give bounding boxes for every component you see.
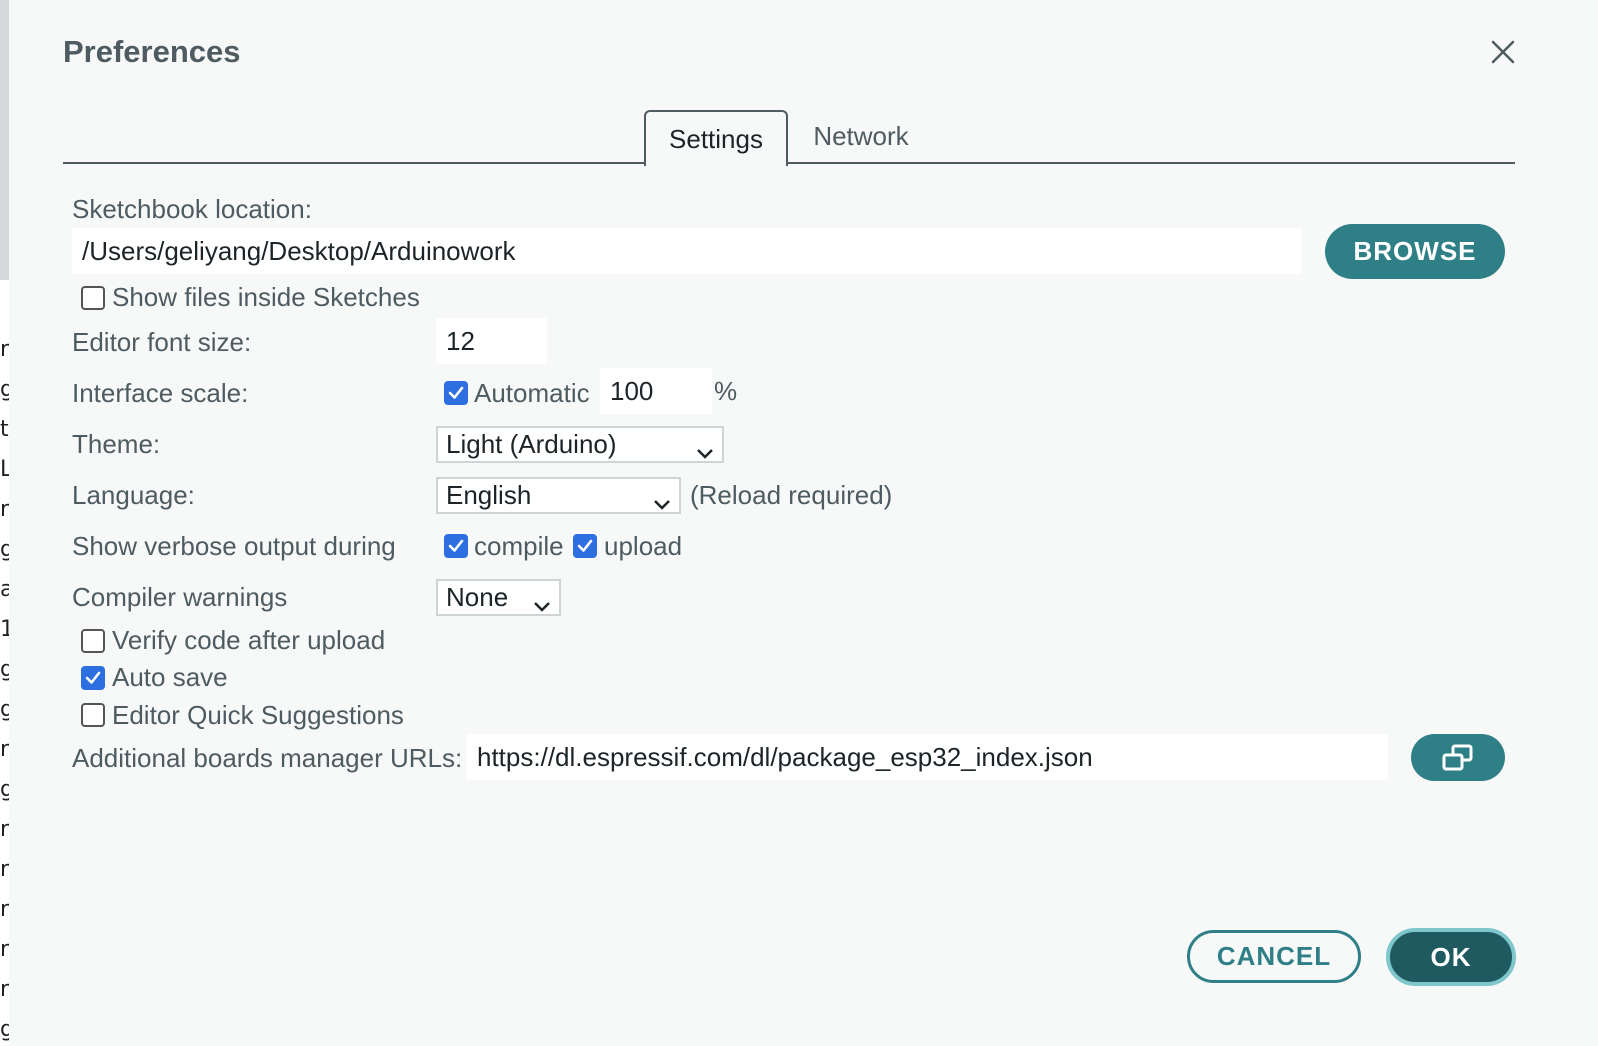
chevron-down-icon [696, 437, 714, 468]
chevron-down-icon [653, 488, 671, 519]
compile-checkbox[interactable] [444, 534, 468, 558]
compiler-warnings-value: None [446, 582, 509, 612]
theme-value: Light (Arduino) [446, 429, 617, 459]
ok-button[interactable]: OK [1386, 928, 1516, 986]
chevron-down-icon [533, 590, 551, 621]
language-label: Language: [72, 480, 195, 510]
theme-select[interactable]: Light (Arduino) [436, 426, 724, 463]
scale-unit: % [714, 376, 738, 406]
tab-settings[interactable]: Settings [644, 110, 788, 166]
sketchbook-location-input[interactable]: /Users/geliyang/Desktop/Arduinowork [72, 228, 1301, 274]
show-files-checkbox[interactable] [81, 286, 105, 310]
tab-network[interactable]: Network [799, 110, 923, 162]
upload-checkbox[interactable] [573, 534, 597, 558]
compiler-warnings-label: Compiler warnings [72, 582, 288, 612]
language-value: English [446, 480, 532, 510]
close-icon[interactable] [1485, 34, 1521, 70]
automatic-checkbox[interactable] [444, 381, 468, 405]
font-size-label: Editor font size: [72, 327, 252, 357]
verify-code-label: Verify code after upload [112, 625, 386, 655]
interface-scale-label: Interface scale: [72, 378, 249, 408]
open-window-icon [1442, 744, 1473, 770]
edit-urls-button[interactable] [1411, 734, 1505, 781]
show-files-label: Show files inside Sketches [112, 282, 420, 312]
auto-save-checkbox[interactable] [81, 666, 105, 690]
font-size-input[interactable]: 12 [436, 318, 547, 364]
background-panel [0, 0, 9, 280]
compiler-warnings-select[interactable]: None [436, 579, 561, 616]
background-window-edge: r g t L r g a 1 g g r g r r r r r g c [0, 0, 9, 1046]
language-select[interactable]: English [436, 477, 681, 514]
boards-urls-input[interactable]: https://dl.espressif.com/dl/package_esp3… [467, 734, 1388, 780]
verbose-output-label: Show verbose output during [72, 531, 396, 561]
upload-label: upload [604, 531, 683, 561]
quick-suggestions-checkbox[interactable] [81, 703, 105, 727]
boards-urls-label: Additional boards manager URLs: [72, 743, 463, 773]
preferences-dialog: Preferences Settings Network Sketchbook … [9, 0, 1598, 1046]
interface-scale-input[interactable]: 100 [600, 368, 712, 414]
quick-suggestions-label: Editor Quick Suggestions [112, 700, 404, 730]
reload-required-note: (Reload required) [690, 480, 893, 510]
browse-button[interactable]: BROWSE [1325, 224, 1505, 279]
dialog-title: Preferences [63, 34, 241, 69]
theme-label: Theme: [72, 429, 161, 459]
tabs-divider [63, 162, 1515, 164]
verify-code-checkbox[interactable] [81, 629, 105, 653]
sketchbook-label: Sketchbook location: [72, 194, 312, 224]
compile-label: compile [474, 531, 564, 561]
auto-save-label: Auto save [112, 662, 228, 692]
background-text: r g t L r g a 1 g g r g r r r r r g c [0, 337, 9, 1042]
cancel-button[interactable]: CANCEL [1187, 930, 1361, 983]
automatic-label: Automatic [474, 378, 590, 408]
